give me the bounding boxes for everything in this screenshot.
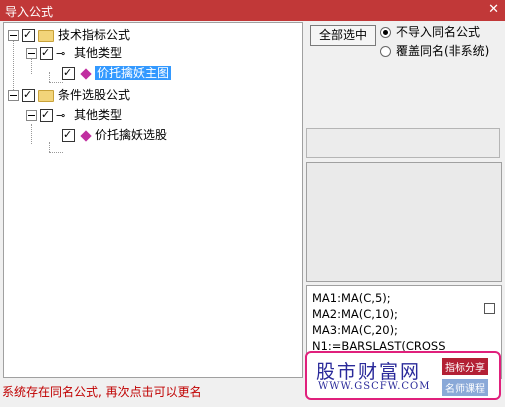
title-bar: 导入公式 ✕ [0,0,505,21]
description-panel [306,162,502,282]
collapse-icon[interactable] [26,110,37,121]
folder-icon [38,89,54,102]
formula-tree[interactable]: 技术指标公式 ⊸ 其他类型 价托擒妖主图 条件选股公式 ⊸ 其他类型 价托擒妖选股 [3,22,303,378]
tree-connector [31,124,32,144]
tree-node-tech-other[interactable]: ⊸ 其他类型 [26,44,122,62]
tree-node-select[interactable]: 条件选股公式 [8,86,130,104]
tree-node-label: 价托擒妖选股 [95,128,168,142]
checkbox-checked[interactable] [22,26,35,44]
tree-node-label: 其他类型 [74,46,123,60]
tree-node-label: 其他类型 [74,108,123,122]
info-field [306,128,500,158]
collapse-icon[interactable] [8,90,19,101]
radio-no-import[interactable]: 不导入同名公式 [380,24,480,40]
watermark-name: 股市财富网 [316,361,422,383]
window-title: 导入公式 [5,5,54,19]
key-icon: ⊸ [56,46,66,60]
tree-node-stock-pick[interactable]: 价托擒妖选股 [62,126,167,144]
checkbox-checked[interactable] [40,44,53,62]
code-option-checkbox[interactable] [484,303,495,314]
tree-node-label: 价托擒妖主图 [95,66,172,80]
tree-connector [49,152,63,153]
radio-unselected-icon[interactable] [380,46,391,57]
checkbox-checked[interactable] [22,86,35,104]
collapse-icon[interactable] [8,30,19,41]
tree-node-main-chart[interactable]: 价托擒妖主图 [62,64,172,82]
checkbox-checked[interactable] [62,126,75,144]
watermark-tag-indicator: 指标分享 [442,358,488,375]
checkbox-checked[interactable] [62,64,75,82]
code-lines: MA1:MA(C,5); MA2:MA(C,10); MA3:MA(C,20);… [312,290,446,354]
radio-overwrite[interactable]: 覆盖同名(非系统) [380,43,489,59]
formula-gem-icon [80,67,92,80]
tree-node-select-other[interactable]: ⊸ 其他类型 [26,106,122,124]
watermark-url: WWW.GSCFW.COM [318,381,431,392]
code-line: MA2:MA(C,10); [312,307,398,321]
watermark-tag-course: 名师课程 [442,379,488,396]
tree-node-label: 技术指标公式 [58,28,131,42]
radio-selected-icon[interactable] [380,27,391,38]
key-icon: ⊸ [56,108,66,122]
radio-label: 覆盖同名(非系统) [396,44,490,58]
tree-connector [49,142,50,152]
formula-gem-icon [80,129,92,142]
code-line: MA3:MA(C,20); [312,323,398,337]
tree-connector [49,72,50,82]
tree-node-label: 条件选股公式 [58,88,131,102]
select-all-button[interactable]: 全部选中 [310,25,376,46]
folder-icon [38,29,54,42]
checkbox-checked[interactable] [40,106,53,124]
collapse-icon[interactable] [26,48,37,59]
watermark-logo: 股市财富网 WWW.GSCFW.COM 指标分享 名师课程 [305,351,501,400]
radio-label: 不导入同名公式 [396,25,481,39]
tree-node-tech[interactable]: 技术指标公式 [8,26,130,44]
close-icon[interactable]: ✕ [488,2,499,18]
tree-connector [49,82,63,83]
status-message: 系统存在同名公式, 再次点击可以更名 [2,385,202,399]
code-line: MA1:MA(C,5); [312,291,391,305]
